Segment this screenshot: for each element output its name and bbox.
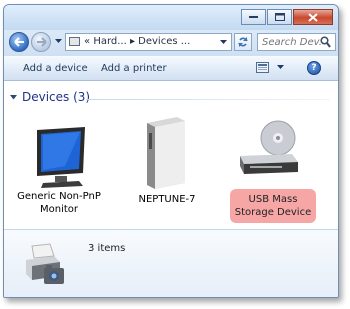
view-dropdown-icon	[277, 65, 284, 69]
address-path: « Hard... ▸ Devices ...	[84, 36, 190, 47]
computer-tower-icon	[147, 117, 185, 189]
view-icon	[256, 62, 269, 73]
address-toolbar: « Hard... ▸ Devices ...	[4, 30, 338, 56]
help-button[interactable]: ?	[307, 61, 321, 75]
help-icon: ?	[311, 63, 317, 73]
change-view-button[interactable]	[256, 62, 284, 73]
address-input[interactable]: « Hard... ▸ Devices ...	[65, 33, 232, 51]
group-divider	[86, 99, 330, 100]
devices-and-printers-icon	[26, 243, 64, 284]
command-bar: Add a device Add a printer ?	[4, 56, 338, 81]
collapse-chevron-icon[interactable]	[10, 94, 17, 100]
devices-group-header[interactable]: Devices (3)	[10, 90, 90, 104]
search-icon[interactable]	[320, 36, 331, 48]
device-item-monitor[interactable]: Generic Non-PnP Monitor	[13, 123, 105, 215]
maximize-button[interactable]	[267, 9, 292, 25]
control-panel-folder-icon	[69, 37, 80, 46]
breadcrumb-path[interactable]: Hard... ▸ Devices ...	[93, 36, 190, 47]
forward-arrow-icon	[36, 37, 47, 47]
device-item-neptune-7[interactable]: NEPTUNE-7	[121, 111, 213, 207]
address-dropdown-icon[interactable]	[220, 40, 227, 45]
minimize-icon	[249, 16, 258, 18]
item-count: 3 items	[88, 243, 126, 254]
device-label-line1: Generic Non-PnP	[17, 191, 101, 202]
refresh-button[interactable]	[234, 33, 252, 51]
search-box[interactable]	[257, 33, 336, 51]
close-icon	[308, 12, 318, 22]
monitor-icon	[37, 127, 85, 188]
search-input[interactable]	[262, 35, 322, 49]
minimize-button[interactable]	[241, 9, 266, 25]
back-button[interactable]	[9, 32, 29, 52]
forward-button[interactable]	[31, 32, 51, 52]
add-device-button[interactable]: Add a device	[23, 63, 88, 74]
devices-content-pane: Devices (3) Generic Non-PnP Monitor NEPT…	[4, 81, 338, 229]
device-label-line2: Monitor	[39, 204, 78, 215]
device-label-line1: USB Mass	[248, 194, 298, 205]
caption-buttons	[241, 9, 333, 25]
device-item-usb-storage[interactable]: USB Mass Storage Device	[222, 116, 316, 223]
details-pane: 3 items	[4, 229, 338, 297]
usb-storage-icon	[240, 120, 298, 174]
back-arrow-icon	[13, 37, 24, 47]
breadcrumb-overflow[interactable]: «	[84, 36, 90, 47]
explorer-window: « Hard... ▸ Devices ... Add a device Add…	[3, 4, 339, 298]
devices-group-title: Devices (3)	[22, 90, 91, 104]
device-label-line1: NEPTUNE-7	[138, 194, 196, 205]
refresh-icon	[238, 37, 248, 47]
device-label-line2: Storage Device	[234, 207, 312, 218]
close-button[interactable]	[293, 9, 333, 25]
add-printer-button[interactable]: Add a printer	[101, 63, 167, 74]
recent-pages-dropdown-icon[interactable]	[55, 39, 62, 44]
title-bar[interactable]	[4, 5, 338, 30]
maximize-icon	[274, 13, 285, 21]
